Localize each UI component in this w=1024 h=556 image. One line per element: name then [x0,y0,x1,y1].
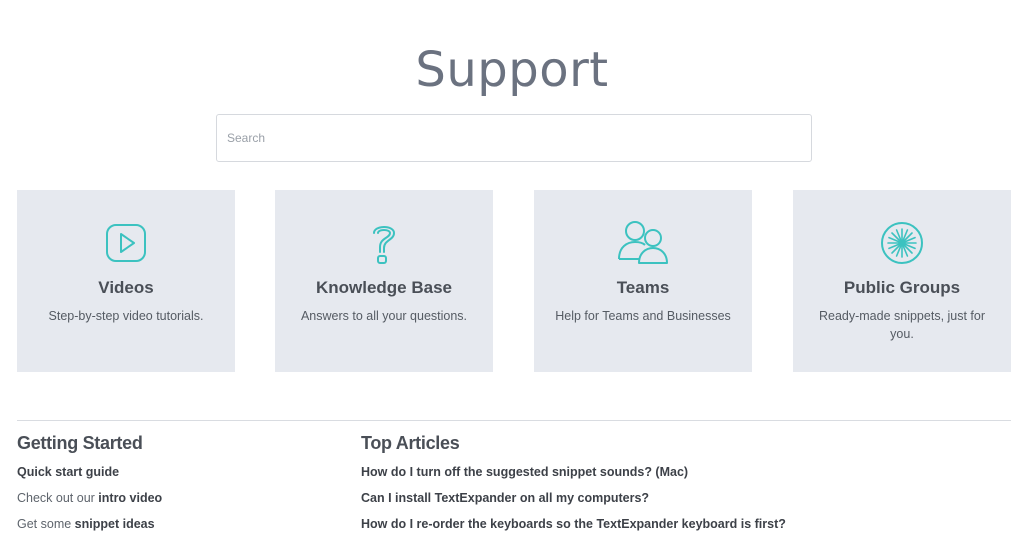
card-knowledge-base[interactable]: Knowledge Base Answers to all your quest… [275,190,493,372]
search-bar [216,114,812,162]
card-description: Ready-made snippets, just for you. [818,309,986,341]
quick-start-guide-link[interactable]: Quick start guide [17,465,119,479]
card-description: Answers to all your questions. [300,309,468,323]
list-item-text: Check out our [17,491,99,505]
getting-started-list: Quick start guide Check out our intro vi… [17,463,317,541]
video-play-icon [17,216,235,270]
list-item: Can I install TextExpander on all my com… [361,489,1001,515]
card-title: Teams [616,278,670,297]
divider [17,420,1011,421]
card-teams[interactable]: Teams Help for Teams and Businesses [534,190,752,372]
card-description: Help for Teams and Businesses [555,309,731,323]
search-input[interactable] [216,114,812,162]
list-item-text: Get some [17,517,75,531]
section-heading: Getting Started [17,433,143,453]
article-link[interactable]: How do I re-order the keyboards so the T… [361,517,786,531]
list-item: Check out our intro video [17,489,317,515]
card-title: Knowledge Base [315,278,453,297]
card-title: Videos [98,278,154,297]
article-link[interactable]: How do I turn off the suggested snippet … [361,465,688,479]
card-public-groups[interactable]: Public Groups Ready-made snippets, just … [793,190,1011,372]
getting-started-section: Getting Started Quick start guide Check … [17,433,317,541]
snippet-ideas-link[interactable]: snippet ideas [75,517,155,531]
page-title: Support [415,42,609,99]
top-articles-section: Top Articles How do I turn off the sugge… [361,433,1001,541]
top-articles-list: How do I turn off the suggested snippet … [361,463,1001,541]
list-item: How do I re-order the keyboards so the T… [361,515,1001,541]
people-icon [534,216,752,270]
intro-video-link[interactable]: intro video [98,491,162,505]
card-description: Step-by-step video tutorials. [48,309,204,323]
card-title: Public Groups [843,278,961,297]
card-videos[interactable]: Videos Step-by-step video tutorials. [17,190,235,372]
list-item: Quick start guide [17,463,317,489]
question-mark-icon [275,216,493,270]
support-cards: Videos Step-by-step video tutorials. Kno… [17,190,1011,372]
section-heading: Top Articles [361,433,460,453]
article-link[interactable]: Can I install TextExpander on all my com… [361,491,649,505]
list-item: How do I turn off the suggested snippet … [361,463,1001,489]
list-item: Get some snippet ideas [17,515,317,541]
starburst-icon [793,216,1011,270]
